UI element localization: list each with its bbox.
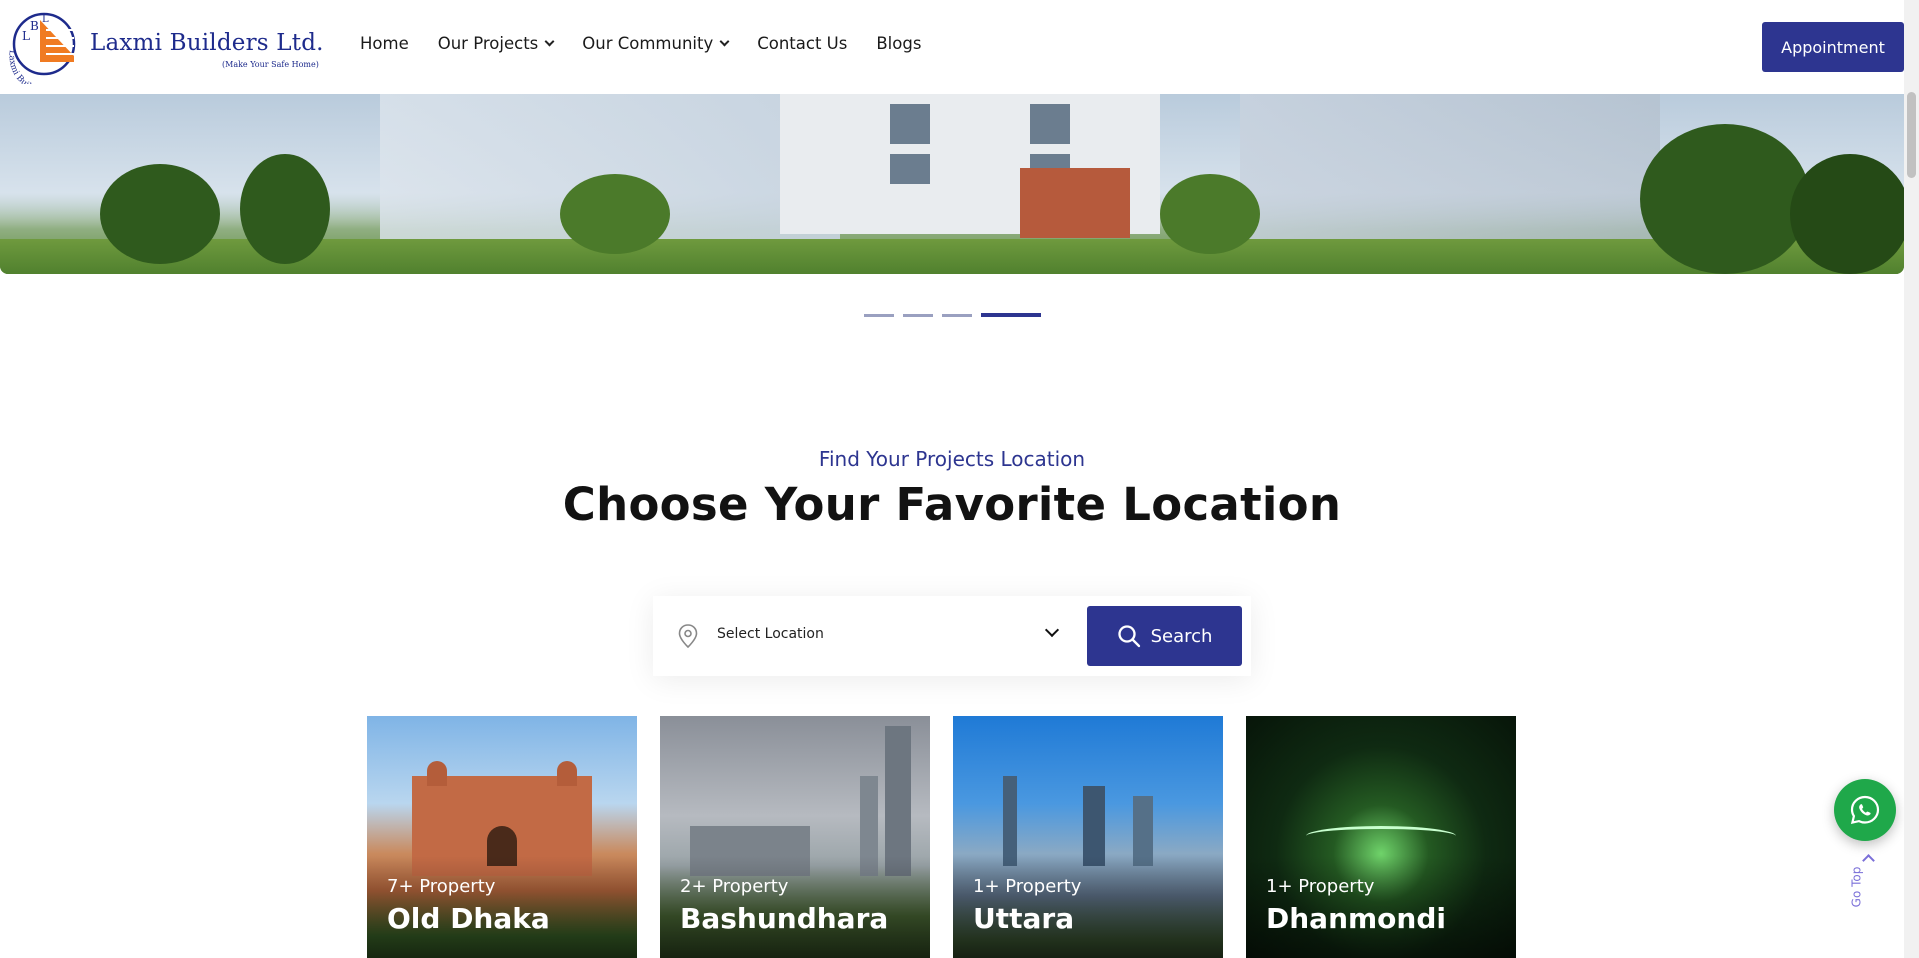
card-location-name: Old Dhaka — [387, 902, 550, 935]
card-property-count: 1+ Property — [1266, 876, 1375, 897]
nav-our-community[interactable]: Our Community — [582, 34, 730, 53]
slider-dot-active[interactable] — [981, 313, 1041, 317]
section-title: Choose Your Favorite Location — [562, 478, 1342, 531]
whatsapp-button[interactable] — [1834, 779, 1896, 841]
nav-blogs[interactable]: Blogs — [876, 34, 921, 53]
go-top-button[interactable]: Go Top — [1849, 852, 1882, 924]
brand-logo[interactable]: L B L Laxmi Builders Ltd. Laxmi Builders… — [2, 6, 323, 84]
page-scrollbar[interactable] — [1904, 0, 1919, 958]
location-search-form: Select Location Search — [653, 596, 1251, 676]
location-card-bashundhara[interactable]: 2+ Property Bashundhara — [660, 716, 930, 958]
slider-dot[interactable] — [942, 313, 972, 317]
svg-text:B: B — [30, 19, 39, 33]
card-location-name: Dhanmondi — [1266, 902, 1446, 935]
card-property-count: 7+ Property — [387, 876, 496, 897]
hero-slider-image — [0, 94, 1904, 274]
chevron-down-icon — [719, 36, 730, 47]
appointment-button[interactable]: Appointment — [1762, 22, 1904, 72]
go-top-label: Go Top — [1849, 866, 1864, 908]
chevron-down-icon — [544, 36, 555, 47]
search-icon — [1117, 625, 1140, 648]
card-location-name: Uttara — [973, 902, 1075, 935]
location-cards: 7+ Property Old Dhaka 2+ Property Bashun… — [367, 716, 1516, 958]
card-location-name: Bashundhara — [680, 902, 889, 935]
card-property-count: 1+ Property — [973, 876, 1082, 897]
chevron-up-icon — [1862, 854, 1875, 867]
location-card-dhanmondi[interactable]: 1+ Property Dhanmondi — [1246, 716, 1516, 958]
nav-our-projects[interactable]: Our Projects — [438, 34, 555, 53]
location-select[interactable]: Select Location — [717, 626, 824, 642]
main-nav: Home Our Projects Our Community Contact … — [360, 34, 950, 53]
section-eyebrow: Find Your Projects Location — [818, 447, 1086, 471]
location-card-old-dhaka[interactable]: 7+ Property Old Dhaka — [367, 716, 637, 958]
svg-text:L: L — [42, 14, 49, 25]
brand-name: Laxmi Builders Ltd. — [90, 30, 324, 56]
slider-dot[interactable] — [864, 313, 894, 317]
site-header: L B L Laxmi Builders Ltd. Laxmi Builders… — [0, 0, 1904, 94]
nav-home[interactable]: Home — [360, 34, 409, 53]
whatsapp-icon — [1850, 795, 1880, 825]
brand-tagline: (Make Your Safe Home) — [222, 60, 319, 69]
slider-dot[interactable] — [903, 313, 933, 317]
chevron-down-icon[interactable] — [1044, 622, 1060, 638]
scrollbar-thumb[interactable] — [1907, 92, 1916, 178]
svg-text:L: L — [22, 29, 30, 43]
card-property-count: 2+ Property — [680, 876, 789, 897]
location-card-uttara[interactable]: 1+ Property Uttara — [953, 716, 1223, 958]
search-button[interactable]: Search — [1087, 606, 1242, 666]
nav-contact-us[interactable]: Contact Us — [757, 34, 847, 53]
map-pin-icon — [678, 624, 698, 648]
logo-mark-icon: L B L Laxmi Builders Ltd. — [6, 12, 76, 84]
hero-slider-dots — [864, 313, 1041, 317]
